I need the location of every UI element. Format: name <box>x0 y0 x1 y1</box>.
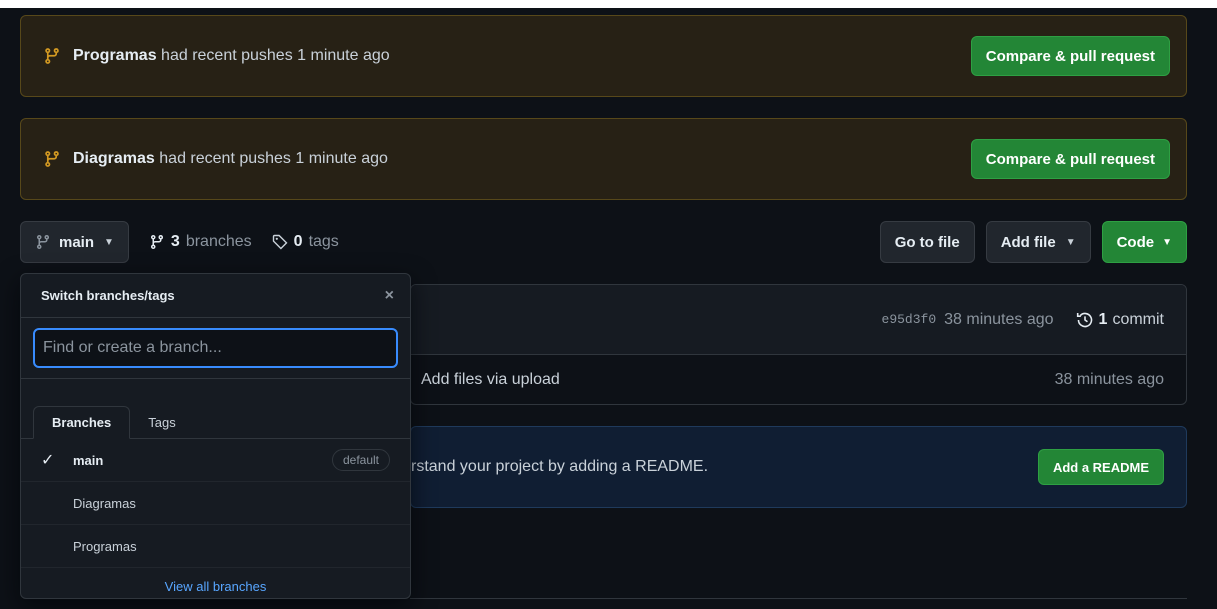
history-icon <box>1076 311 1094 329</box>
caret-down-icon: ▼ <box>1162 236 1172 248</box>
code-button[interactable]: Code ▼ <box>1101 221 1187 263</box>
add-readme-button[interactable]: Add a README <box>1037 449 1164 485</box>
banner-branch-name[interactable]: Programas <box>73 47 157 64</box>
repo-toolbar: main ▼ 3 branches 0 tags Go to file Add … <box>20 221 1187 263</box>
branch-select-button[interactable]: main ▼ <box>20 221 129 263</box>
recent-push-banner-programas: Programas had recent pushes 1 minute ago… <box>20 15 1187 97</box>
code-label: Code <box>1116 233 1155 251</box>
branch-item-label: main <box>73 452 104 468</box>
git-branch-icon <box>43 150 61 168</box>
default-badge: default <box>331 449 390 471</box>
git-branch-icon <box>43 47 61 65</box>
branch-item-label: Programas <box>73 538 137 554</box>
dropdown-header: Switch branches/tags × <box>21 274 410 318</box>
commit-sha[interactable]: e95d3f0 <box>882 312 937 327</box>
add-file-button[interactable]: Add file ▼ <box>985 221 1091 263</box>
commit-time[interactable]: 38 minutes ago <box>944 311 1053 329</box>
branch-item-main[interactable]: ✓ main default <box>21 439 410 482</box>
commit-count: 1 <box>1098 310 1108 328</box>
branches-link[interactable]: 3 branches <box>149 233 252 251</box>
view-all-branches-link[interactable]: View all branches <box>21 568 410 598</box>
file-list-box: e95d3f0 38 minutes ago 1 commit Add file… <box>410 284 1187 405</box>
dropdown-tabs: Branches Tags <box>21 379 410 439</box>
top-strip <box>0 0 1217 8</box>
tags-count: 0 <box>293 233 303 250</box>
divider <box>410 598 1187 599</box>
file-commit-message[interactable]: Add files via upload <box>421 371 560 389</box>
tag-icon <box>272 234 288 250</box>
branches-label: branches <box>185 233 252 250</box>
banner-message-text: had recent pushes 1 minute ago <box>159 150 388 167</box>
readme-prompt: rstand your project by adding a README. … <box>410 426 1187 508</box>
tab-branches[interactable]: Branches <box>33 406 131 439</box>
branches-count: 3 <box>170 233 180 250</box>
compare-pull-request-button[interactable]: Compare & pull request <box>970 36 1170 76</box>
git-branch-icon <box>149 234 165 250</box>
switch-branches-dropdown: Switch branches/tags × Branches Tags ✓ m… <box>20 273 411 599</box>
branch-item-programas[interactable]: Programas <box>21 525 410 568</box>
compare-pull-request-button[interactable]: Compare & pull request <box>970 139 1170 179</box>
git-branch-icon <box>35 234 51 250</box>
banner-message-text: had recent pushes 1 minute ago <box>161 47 390 64</box>
branch-item-label: Diagramas <box>73 495 136 511</box>
banner-branch-name[interactable]: Diagramas <box>73 150 155 167</box>
tags-label: tags <box>308 233 339 250</box>
dropdown-search <box>21 318 410 379</box>
caret-down-icon: ▼ <box>104 236 114 248</box>
branch-item-diagramas[interactable]: Diagramas <box>21 482 410 525</box>
file-commit-time: 38 minutes ago <box>1054 371 1164 388</box>
file-row: Add files via upload 38 minutes ago <box>411 355 1186 404</box>
latest-commit-header: e95d3f0 38 minutes ago 1 commit <box>411 285 1186 355</box>
repository-page: Programas had recent pushes 1 minute ago… <box>0 0 1217 609</box>
close-icon[interactable]: × <box>385 287 394 305</box>
tags-link[interactable]: 0 tags <box>272 233 339 251</box>
banner-message: Diagramas had recent pushes 1 minute ago <box>73 150 971 168</box>
check-icon: ✓ <box>41 452 55 469</box>
banner-message: Programas had recent pushes 1 minute ago <box>73 47 971 65</box>
branch-filter-input[interactable] <box>33 328 398 368</box>
recent-push-banner-diagramas: Diagramas had recent pushes 1 minute ago… <box>20 118 1187 200</box>
tab-tags[interactable]: Tags <box>130 406 193 438</box>
add-file-label: Add file <box>1000 233 1056 251</box>
current-branch-label: main <box>59 233 95 251</box>
dropdown-title: Switch branches/tags <box>41 288 175 303</box>
go-to-file-button[interactable]: Go to file <box>879 221 975 263</box>
readme-prompt-text: rstand your project by adding a README. <box>411 458 709 475</box>
commit-count-label: commit <box>1112 310 1164 328</box>
commits-link[interactable]: 1 commit <box>1076 311 1164 329</box>
caret-down-icon: ▼ <box>1065 236 1076 248</box>
